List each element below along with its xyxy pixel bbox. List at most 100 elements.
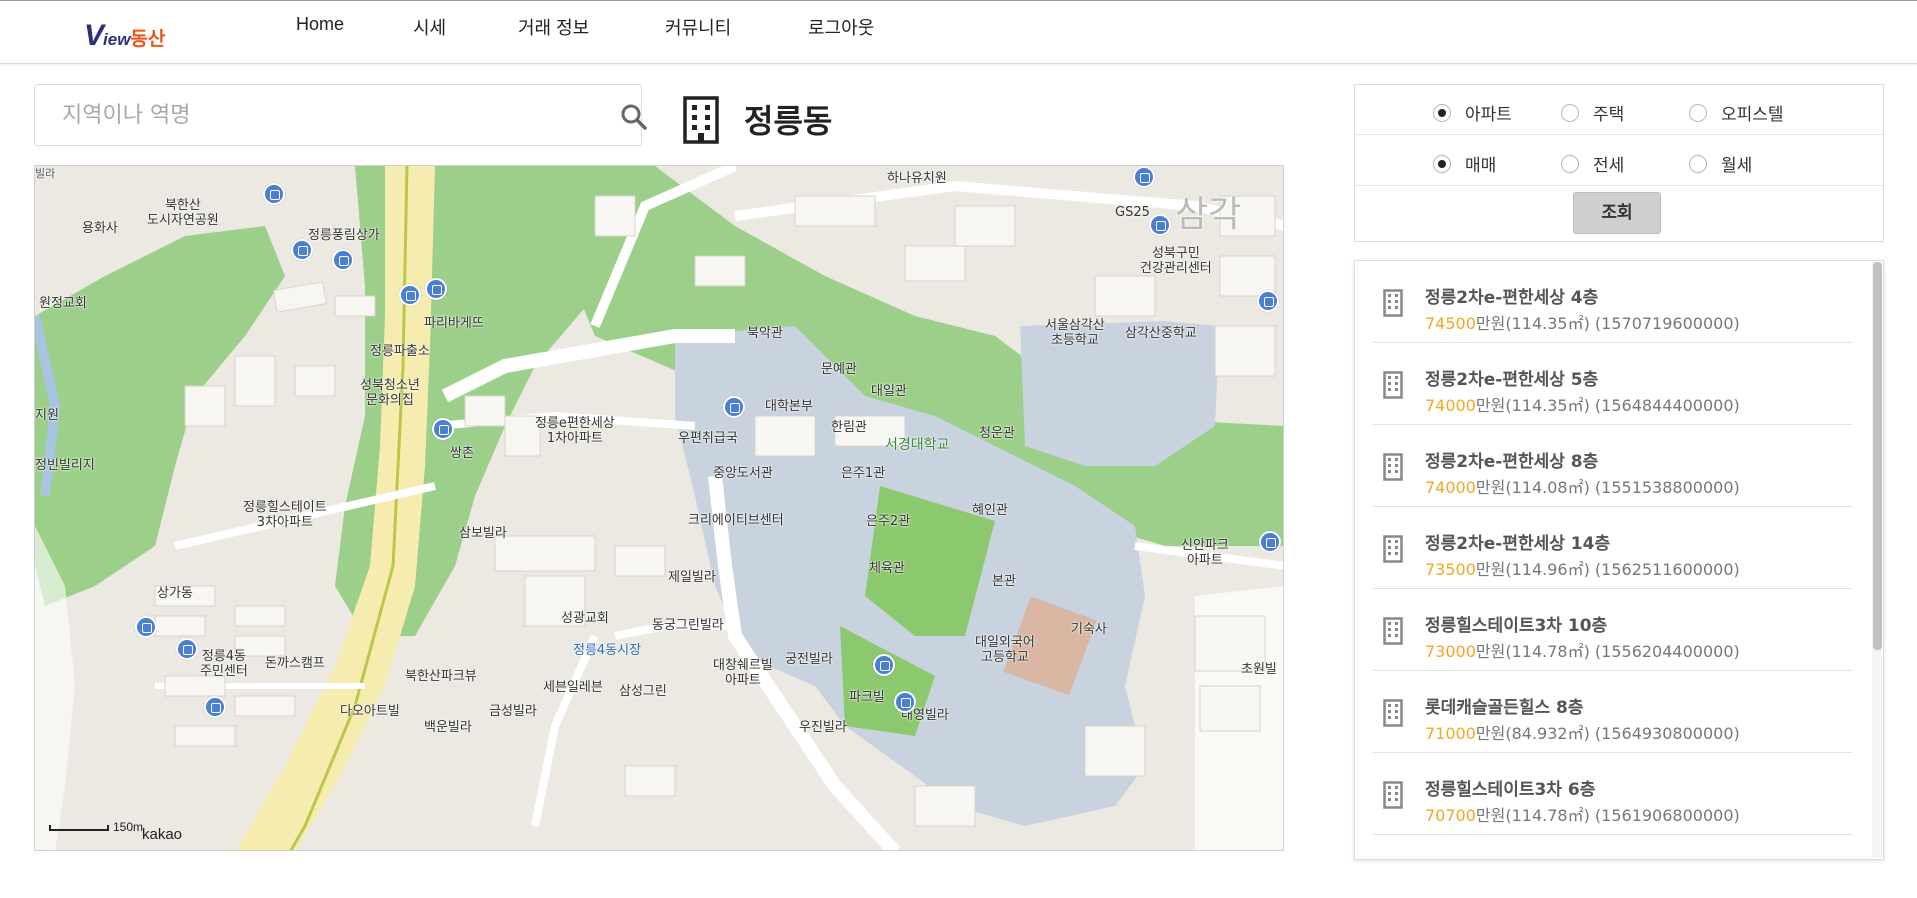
- map-label: 북한산파크뷰: [405, 669, 477, 684]
- list-item[interactable]: 정릉2차e-편한세상 8층 74000만원(114.08㎡) (15515388…: [1373, 425, 1853, 507]
- listing-detail: (114.08㎡) (1551538800000): [1505, 478, 1740, 497]
- radio-monthly-rent[interactable]: 월세: [1689, 151, 1752, 176]
- listing-info: 71000만원(84.932㎡) (1564930800000): [1425, 720, 1740, 744]
- listing-name: 정릉2차e-편한세상 4층: [1425, 288, 1599, 308]
- map-label: 서울삼각산 초등학교: [1045, 318, 1105, 348]
- bus-stop-icon[interactable]: [1133, 166, 1155, 188]
- map-scale-label: 150m: [113, 820, 144, 834]
- list-item[interactable]: 정릉2차e-편한세상 5층 74000만원(114.35㎡) (15648444…: [1373, 343, 1853, 425]
- list-item[interactable]: 정릉힐스테이트3차 6층 70700만원(114.78㎡) (156190680…: [1373, 753, 1853, 835]
- map-label: 은주1관: [841, 466, 886, 481]
- bus-stop-icon[interactable]: [894, 691, 916, 713]
- nav-deal-info[interactable]: 거래 정보: [518, 14, 589, 38]
- map-label: 정릉힐스테이트 3차아파트: [243, 500, 327, 530]
- bus-stop-icon[interactable]: [399, 284, 421, 306]
- listing-name: 정릉힐스테이트3차 6층: [1425, 780, 1596, 800]
- search-input[interactable]: [36, 86, 596, 144]
- listing-scrollbar-thumb[interactable]: [1873, 262, 1882, 650]
- bus-stop-icon[interactable]: [204, 696, 226, 718]
- listing-price: 73500: [1425, 560, 1476, 579]
- property-type-row: 아파트 주택 오피스텔: [1355, 85, 1883, 135]
- map-label: 백운빌라: [424, 720, 472, 735]
- map-label: 초원빌: [1241, 662, 1277, 677]
- map-label: 다오아트빌: [340, 704, 400, 719]
- bus-stop-icon[interactable]: [332, 249, 354, 271]
- map-label: GS25: [1115, 205, 1150, 220]
- map-label: 금성빌라: [489, 704, 537, 719]
- map-label: 북악관: [747, 326, 783, 341]
- nav-home[interactable]: Home: [296, 14, 344, 38]
- listing-info: 70700만원(114.78㎡) (1561906800000): [1425, 802, 1740, 826]
- map-label: 동궁그린빌라: [652, 618, 724, 633]
- map-label: 삼각산중학교: [1125, 326, 1197, 341]
- radio-label: 전세: [1593, 156, 1625, 176]
- bus-stop-icon[interactable]: [263, 183, 285, 205]
- bus-stop-icon[interactable]: [176, 638, 198, 660]
- listing-name: 정릉힐스테이트3차 10층: [1425, 616, 1608, 636]
- radio-jeonse[interactable]: 전세: [1561, 151, 1625, 176]
- map-label: 우편취급국: [678, 431, 738, 446]
- listing-panel: 정릉2차e-편한세상 4층 74500만원(114.35㎡) (15707196…: [1354, 260, 1884, 860]
- list-item[interactable]: 정릉2차e-편한세상 4층 74500만원(114.35㎡) (15707196…: [1373, 261, 1853, 343]
- radio-sale[interactable]: 매매: [1433, 151, 1497, 176]
- building-icon: [1383, 453, 1403, 481]
- radio-dot: [1433, 154, 1451, 173]
- listing-price: 74000: [1425, 396, 1476, 415]
- bus-stop-icon[interactable]: [1259, 531, 1281, 553]
- map-label: 용화사: [82, 221, 118, 236]
- bus-stop-icon[interactable]: [291, 239, 313, 261]
- building-icon: [1383, 781, 1403, 809]
- nav-community[interactable]: 커뮤니티: [665, 14, 731, 38]
- listing-detail: (114.78㎡) (1556204400000): [1505, 642, 1740, 661]
- list-item[interactable]: 롯데캐슬골든힐스 8층 71000만원(84.932㎡) (1564930800…: [1373, 671, 1853, 753]
- radio-officetel[interactable]: 오피스텔: [1689, 100, 1784, 125]
- search-icon[interactable]: [619, 102, 649, 132]
- site-logo[interactable]: View동산: [84, 19, 224, 52]
- map-label: 서경대학교: [885, 437, 950, 453]
- listing-name: 정릉2차e-편한세상 5층: [1425, 370, 1599, 390]
- bus-stop-icon[interactable]: [425, 278, 447, 300]
- map-label: 정릉4동 주민센터: [200, 649, 248, 679]
- search-button[interactable]: 조회: [1573, 192, 1661, 234]
- map-label: 대학본부: [765, 399, 813, 414]
- map-label: 우진빌라: [799, 720, 847, 735]
- listing-unit: 만원: [1475, 806, 1506, 825]
- listing-price: 70700: [1425, 806, 1476, 825]
- map-label: 성북구민 건강관리센터: [1140, 246, 1212, 276]
- map-label: 파크빌: [849, 690, 885, 705]
- bus-stop-icon[interactable]: [873, 654, 895, 676]
- radio-house[interactable]: 주택: [1561, 100, 1624, 125]
- listing-detail: (114.35㎡) (1570719600000): [1505, 314, 1740, 333]
- listing-unit: 만원: [1475, 396, 1506, 415]
- radio-label: 매매: [1465, 156, 1497, 176]
- map-label: 삼각: [1175, 194, 1242, 235]
- nav-logout[interactable]: 로그아웃: [808, 14, 874, 38]
- bus-stop-icon[interactable]: [1149, 214, 1171, 236]
- listing-price: 74000: [1425, 478, 1476, 497]
- map-label: 신안파크 아파트: [1181, 538, 1229, 568]
- listing-unit: 만원: [1475, 314, 1506, 333]
- listing-detail: (114.96㎡) (1562511600000): [1505, 560, 1740, 579]
- nav-price[interactable]: 시세: [413, 14, 446, 38]
- map-label: 청운관: [979, 426, 1015, 441]
- listing-info: 74500만원(114.35㎡) (1570719600000): [1425, 310, 1740, 334]
- list-item[interactable]: 정릉힐스테이트3차 10층 73000만원(114.78㎡) (15562044…: [1373, 589, 1853, 671]
- list-item[interactable]: 정릉2차e-편한세상 14층 73500만원(114.96㎡) (1562511…: [1373, 507, 1853, 589]
- map-label: 대창쉐르빌 아파트: [713, 658, 773, 688]
- building-icon: [1383, 535, 1403, 563]
- bus-stop-icon[interactable]: [1257, 290, 1279, 312]
- bus-stop-icon[interactable]: [723, 396, 745, 418]
- bus-stop-icon[interactable]: [135, 616, 157, 638]
- map-label: 정릉4동시장: [573, 643, 642, 658]
- map-label: 정릉e편한세상 1차아파트: [535, 416, 615, 446]
- listing-unit: 만원: [1475, 642, 1506, 661]
- bus-stop-icon[interactable]: [432, 418, 454, 440]
- page-title: 정릉동: [744, 102, 833, 140]
- map-view[interactable]: 빌라 북한산 도시자연공원 용화사 정릉풍림상가 원정교회 파리바게뜨 정릉파출…: [34, 165, 1284, 851]
- listing-unit: 만원: [1475, 560, 1506, 579]
- radio-apartment[interactable]: 아파트: [1433, 100, 1512, 125]
- map-label: 체육관: [869, 561, 905, 576]
- logo-dongsan: 동산: [130, 29, 166, 50]
- map-label: 본관: [992, 574, 1016, 589]
- filter-panel: 아파트 주택 오피스텔 매매 전세 월세 조회: [1354, 84, 1884, 242]
